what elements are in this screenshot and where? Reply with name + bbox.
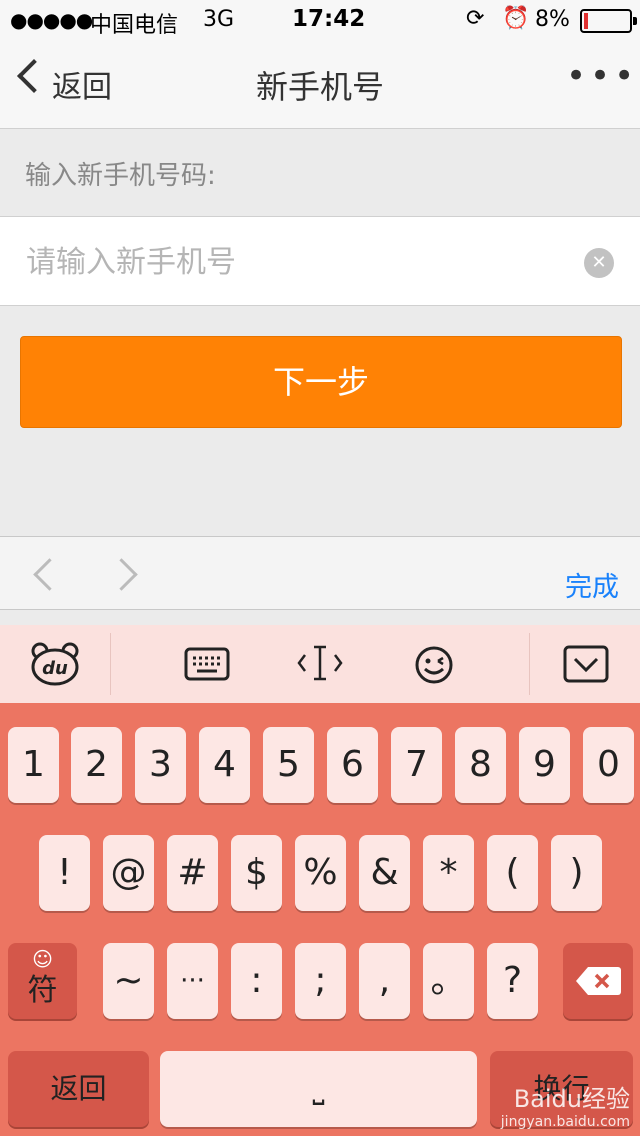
keyboard-accessory-bar: 完成 — [0, 536, 640, 610]
alarm-icon: ⏰ — [502, 6, 530, 31]
key-at[interactable]: @ — [103, 835, 154, 911]
symbols-key[interactable]: ☺ 符 — [8, 943, 77, 1019]
navigation-bar: 返回 新手机号 ••• — [0, 40, 640, 129]
key-left-paren[interactable]: ( — [487, 835, 538, 911]
keyboard-toolbar: du — [0, 625, 640, 703]
key-semicolon[interactable]: ; — [295, 943, 346, 1019]
number-symbol-keyboard: 1 2 3 4 5 6 7 8 9 0 ! @ # $ % & * ( ) ☺ … — [0, 703, 640, 1136]
key-ellipsis[interactable]: ··· — [167, 943, 218, 1019]
key-0[interactable]: 0 — [583, 727, 634, 803]
signal-icon: ●●●●● — [10, 8, 93, 32]
more-options-button[interactable]: ••• — [566, 56, 638, 96]
phone-input-row: ✕ — [0, 216, 640, 306]
backspace-key[interactable] — [563, 943, 633, 1019]
carrier-label: 中国电信 — [90, 13, 179, 38]
hide-keyboard-icon[interactable] — [563, 645, 609, 683]
done-button[interactable]: 完成 — [565, 565, 619, 604]
next-field-icon[interactable] — [105, 558, 138, 591]
symbols-key-label: 符 — [27, 973, 58, 1008]
key-5[interactable]: 5 — [263, 727, 314, 803]
clear-input-icon[interactable]: ✕ — [584, 248, 614, 278]
previous-field-icon[interactable] — [33, 558, 66, 591]
page-title: 新手机号 — [255, 68, 384, 106]
backspace-icon — [576, 967, 621, 995]
key-1[interactable]: 1 — [8, 727, 59, 803]
key-4[interactable]: 4 — [199, 727, 250, 803]
key-9[interactable]: 9 — [519, 727, 570, 803]
key-period[interactable]: 。 — [423, 943, 474, 1019]
key-ampersand[interactable]: & — [359, 835, 410, 911]
next-step-button[interactable]: 下一步 — [20, 336, 622, 428]
key-6[interactable]: 6 — [327, 727, 378, 803]
battery-percent: 8% — [535, 7, 570, 32]
key-2[interactable]: 2 — [71, 727, 122, 803]
return-key[interactable]: 返回 — [8, 1051, 149, 1127]
phone-prompt-label: 输入新手机号码: — [25, 161, 216, 191]
key-right-paren[interactable]: ) — [551, 835, 602, 911]
baidu-watermark: Baidu经验 jingyan.baidu.com — [501, 1079, 630, 1130]
status-bar: ●●●●● 中国电信 3G 17:42 ⟳ ⏰ 8% — [0, 0, 640, 40]
rotation-lock-icon: ⟳ — [466, 6, 485, 31]
clock: 17:42 — [292, 6, 366, 32]
watermark-url: jingyan.baidu.com — [500, 1114, 630, 1130]
key-asterisk[interactable]: * — [423, 835, 474, 911]
key-3[interactable]: 3 — [135, 727, 186, 803]
key-question[interactable]: ? — [487, 943, 538, 1019]
baidu-input-logo-icon[interactable]: du — [30, 641, 80, 687]
space-key[interactable]: ⎵ — [160, 1051, 477, 1127]
keyboard-icon[interactable] — [184, 647, 230, 681]
network-label: 3G — [203, 7, 235, 32]
svg-text:du: du — [42, 658, 68, 679]
battery-icon — [580, 9, 637, 33]
toolbar-divider — [110, 633, 111, 695]
key-dollar[interactable]: $ — [231, 835, 282, 911]
toolbar-divider — [529, 633, 530, 695]
key-tilde[interactable]: ~ — [103, 943, 154, 1019]
key-7[interactable]: 7 — [391, 727, 442, 803]
key-exclamation[interactable]: ! — [39, 835, 90, 911]
key-hash[interactable]: # — [167, 835, 218, 911]
key-percent[interactable]: % — [295, 835, 346, 911]
new-phone-input[interactable] — [24, 237, 568, 287]
cursor-move-icon[interactable] — [296, 643, 344, 683]
emoji-icon[interactable] — [414, 645, 454, 685]
watermark-text: Baidu经验 — [513, 1085, 630, 1113]
key-comma[interactable]: , — [359, 943, 410, 1019]
key-colon[interactable]: : — [231, 943, 282, 1019]
key-8[interactable]: 8 — [455, 727, 506, 803]
